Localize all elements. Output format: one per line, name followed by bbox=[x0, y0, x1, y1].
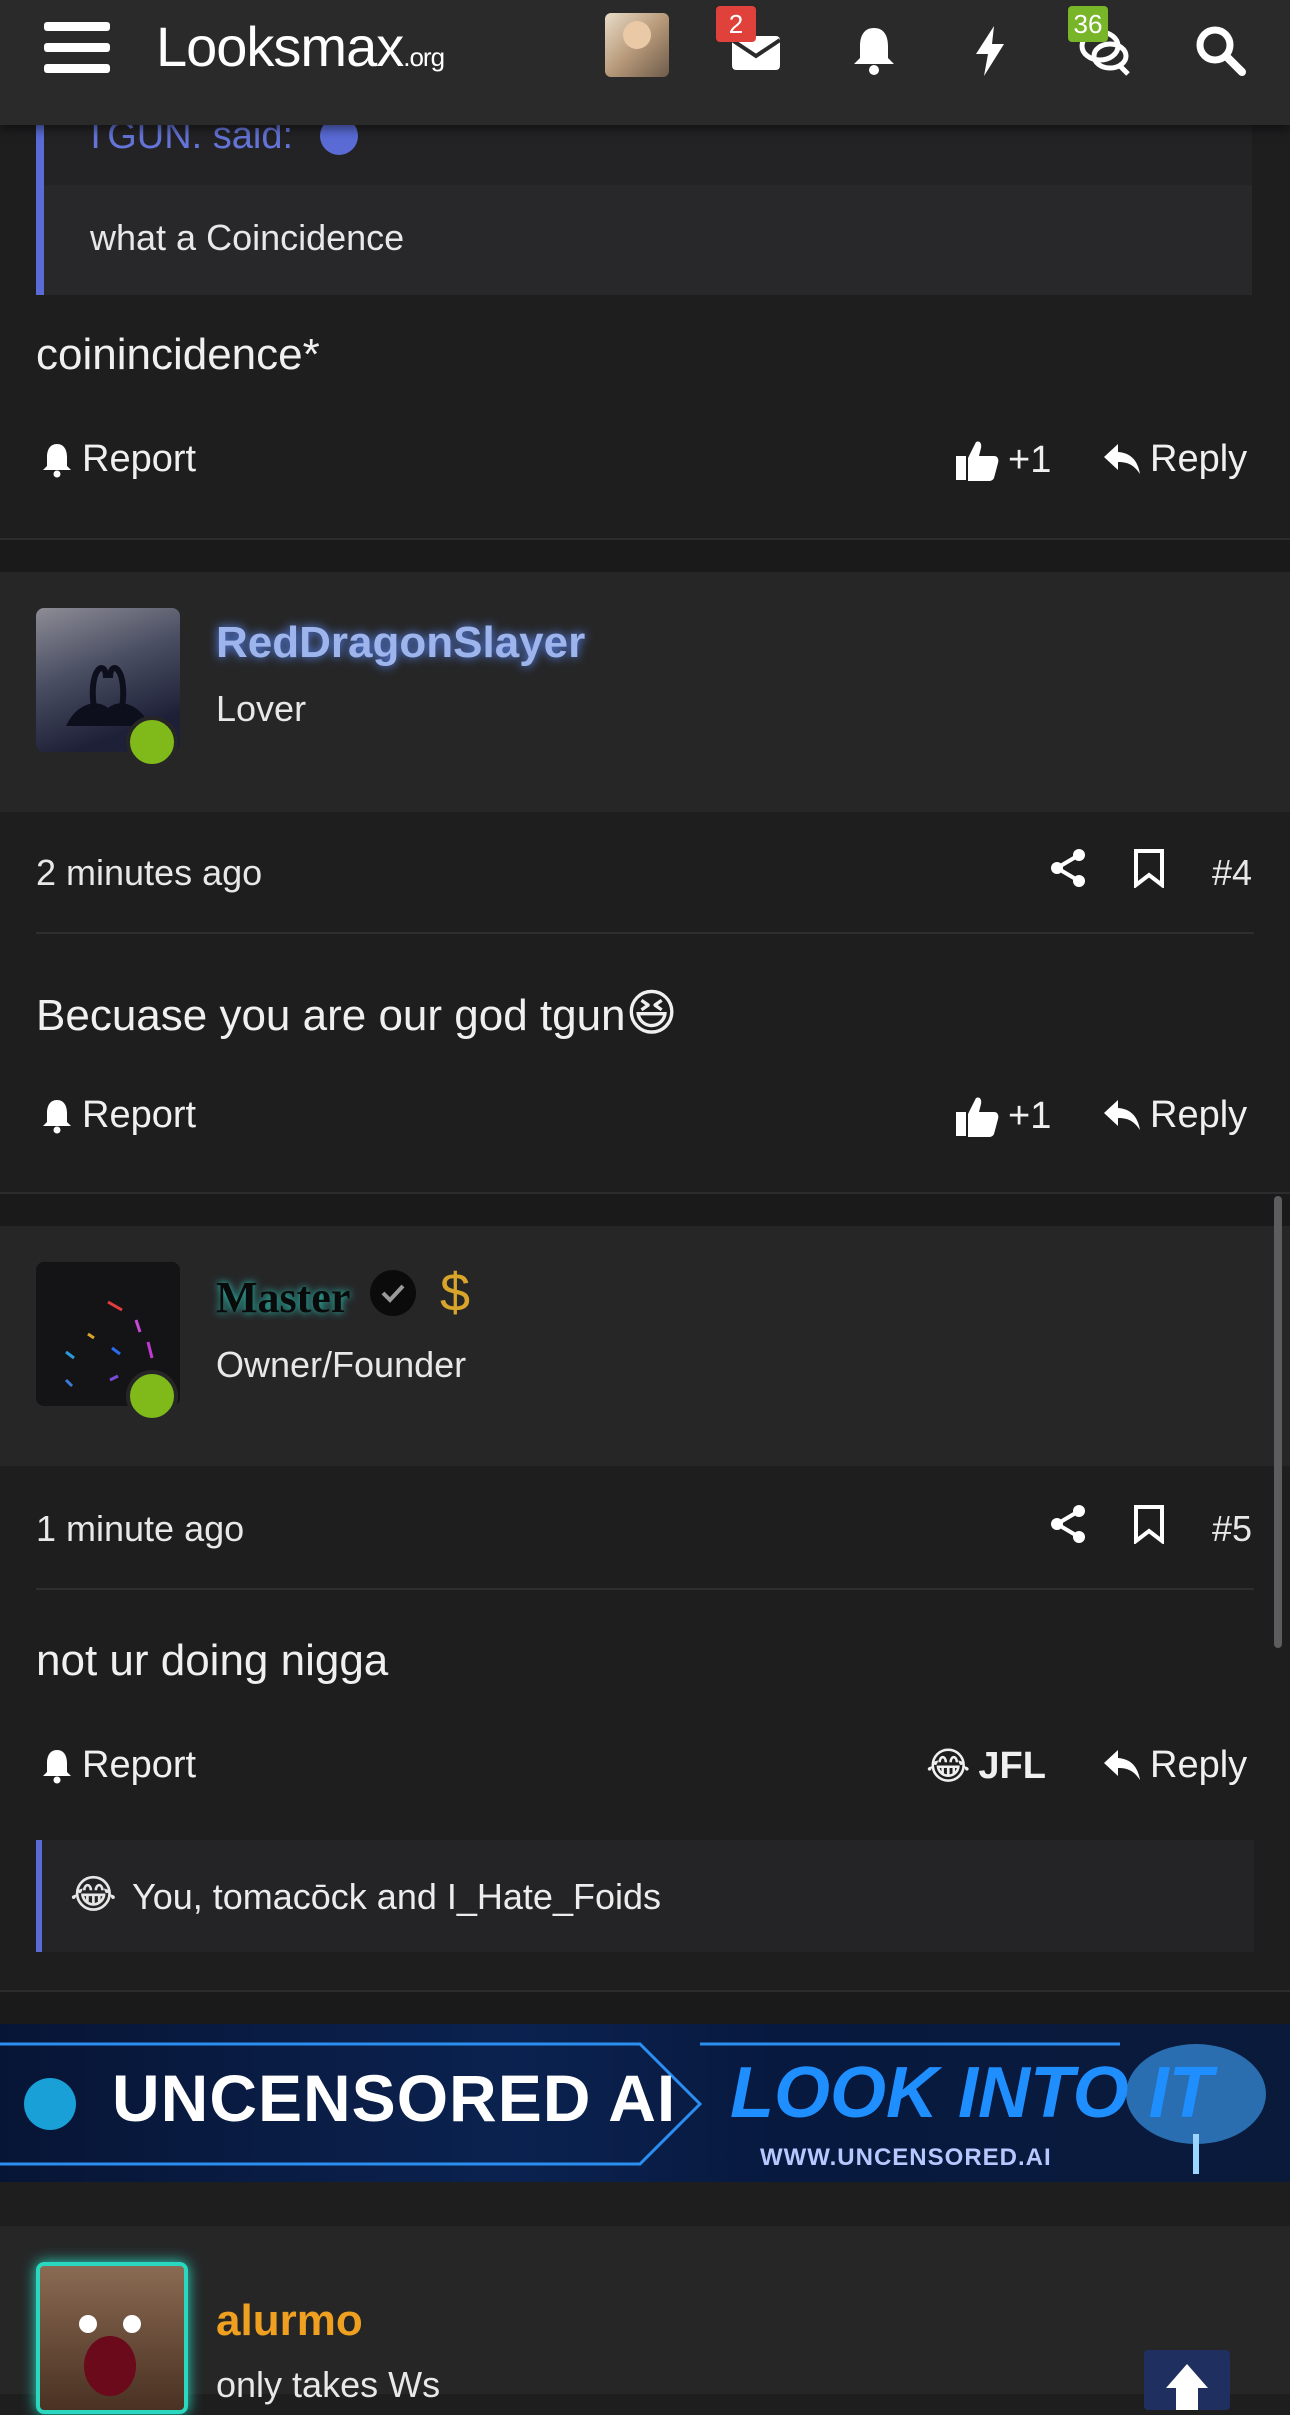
scroll-to-top-button[interactable] bbox=[1144, 2350, 1230, 2410]
report-button[interactable]: Report bbox=[40, 438, 196, 481]
bell-icon bbox=[43, 1749, 71, 1783]
divider bbox=[36, 1588, 1254, 1590]
reply-button[interactable]: Reply bbox=[1102, 1094, 1247, 1137]
username[interactable]: alurmo bbox=[216, 2296, 363, 2346]
share-icon[interactable] bbox=[1048, 1504, 1088, 1549]
bookmark-icon[interactable] bbox=[1132, 848, 1166, 893]
reaction-button[interactable]: 😂 JFL bbox=[926, 1744, 1046, 1789]
reply-label: Reply bbox=[1150, 1094, 1248, 1136]
report-label: Report bbox=[82, 1094, 197, 1136]
ad-url: WWW.UNCENSORED.AI bbox=[760, 2144, 1052, 2171]
crying-laughing-emoji-icon: 😂 bbox=[70, 1873, 117, 1917]
post-time[interactable]: 1 minute ago bbox=[36, 1508, 244, 1550]
report-button[interactable]: Report bbox=[40, 1094, 196, 1137]
logo-text: Looksmax bbox=[156, 15, 404, 78]
reply-button[interactable]: Reply bbox=[1102, 1744, 1247, 1787]
post-3-text: coinincidence* bbox=[36, 330, 320, 379]
report-label: Report bbox=[82, 438, 197, 480]
verified-icon bbox=[370, 1270, 416, 1316]
post-separator bbox=[0, 538, 1290, 574]
post-5-user-header: Master $ Owner/Founder bbox=[0, 1226, 1290, 1466]
reactions-summary[interactable]: 😂 You, tomacōck and I_Hate_Foids bbox=[36, 1840, 1254, 1952]
lightning-icon[interactable] bbox=[962, 22, 1018, 78]
crying-laughing-emoji-icon: 😂 bbox=[926, 1746, 971, 1788]
inbox-badge: 2 bbox=[716, 6, 756, 42]
chat-badge: 36 bbox=[1068, 6, 1108, 42]
bookmark-icon[interactable] bbox=[1132, 1504, 1166, 1549]
post-number[interactable]: #4 bbox=[1212, 852, 1252, 894]
bell-icon[interactable] bbox=[846, 22, 902, 78]
ad-right-text: LOOK INTO IT bbox=[730, 2053, 1213, 2133]
post-5-text: not ur doing nigga bbox=[36, 1636, 389, 1685]
quote-author[interactable]: TGUN. said: bbox=[84, 125, 293, 158]
inbox-icon[interactable]: 2 bbox=[716, 6, 784, 78]
post-number[interactable]: #5 bbox=[1212, 1508, 1252, 1550]
post-6-user-header: alurmo only takes Ws bbox=[0, 2226, 1290, 2414]
bell-icon bbox=[43, 443, 71, 477]
user-title: Owner/Founder bbox=[216, 1344, 467, 1385]
bell-icon bbox=[43, 1099, 71, 1133]
reply-icon bbox=[1104, 443, 1140, 474]
reply-label: Reply bbox=[1150, 438, 1248, 480]
username[interactable]: RedDragonSlayer bbox=[216, 618, 585, 668]
menu-icon[interactable] bbox=[44, 22, 110, 74]
post-4-body: Becuase you are our god tgun bbox=[36, 991, 626, 1040]
report-button[interactable]: Report bbox=[40, 1744, 196, 1787]
chat-icon[interactable]: 36 bbox=[1068, 6, 1132, 78]
reply-label: Reply bbox=[1150, 1744, 1248, 1786]
dollar-icon: $ bbox=[440, 1263, 471, 1323]
share-icon[interactable] bbox=[1048, 848, 1088, 893]
divider bbox=[36, 932, 1254, 934]
scrollbar[interactable] bbox=[1274, 1196, 1282, 1648]
post-separator bbox=[0, 1990, 1290, 2026]
ad-banner[interactable]: UNCENSORED AI LOOK INTO IT WWW.UNCENSORE… bbox=[0, 2024, 1290, 2182]
reaction-label: JFL bbox=[978, 1745, 1046, 1787]
reply-button[interactable]: Reply bbox=[1102, 438, 1247, 481]
account-avatar[interactable] bbox=[605, 13, 669, 77]
quote-header: TGUN. said: bbox=[44, 125, 1252, 185]
quote-text: what a Coincidence bbox=[90, 217, 405, 258]
top-navbar: Looksmax.org 2 36 bbox=[0, 0, 1290, 125]
laughing-emoji-icon: 😆 bbox=[625, 985, 678, 1041]
site-logo[interactable]: Looksmax.org bbox=[156, 14, 445, 79]
like-button[interactable]: +1 bbox=[954, 1094, 1051, 1138]
search-icon[interactable] bbox=[1192, 22, 1248, 78]
like-button[interactable]: +1 bbox=[954, 438, 1051, 482]
arrow-up-circle-icon[interactable] bbox=[320, 125, 358, 155]
online-indicator bbox=[126, 1370, 178, 1422]
reply-icon bbox=[1104, 1099, 1140, 1130]
online-indicator bbox=[126, 716, 178, 768]
post-separator bbox=[0, 1192, 1290, 1228]
logo-suffix: .org bbox=[403, 42, 445, 72]
avatar[interactable] bbox=[36, 2262, 188, 2414]
reacted-by: You, tomacōck and I_Hate_Foids bbox=[132, 1876, 661, 1917]
reply-icon bbox=[1104, 1749, 1140, 1780]
like-count: +1 bbox=[1008, 438, 1052, 481]
report-label: Report bbox=[82, 1744, 197, 1786]
thumbs-up-icon bbox=[956, 1097, 999, 1137]
arrow-up-icon bbox=[1166, 2364, 1208, 2410]
post-time[interactable]: 2 minutes ago bbox=[36, 852, 262, 894]
user-title: Lover bbox=[216, 688, 307, 729]
username[interactable]: Master bbox=[216, 1272, 350, 1323]
user-title: only takes Ws bbox=[216, 2364, 441, 2405]
quote-block: TGUN. said: what a Coincidence bbox=[36, 125, 1252, 295]
post-4-text: Becuase you are our god tgun😆 bbox=[36, 984, 678, 1042]
thumbs-up-icon bbox=[956, 441, 999, 481]
post-4-user-header: RedDragonSlayer Lover bbox=[0, 572, 1290, 812]
ad-left-text: UNCENSORED AI bbox=[112, 2061, 677, 2135]
like-count: +1 bbox=[1008, 1094, 1052, 1137]
